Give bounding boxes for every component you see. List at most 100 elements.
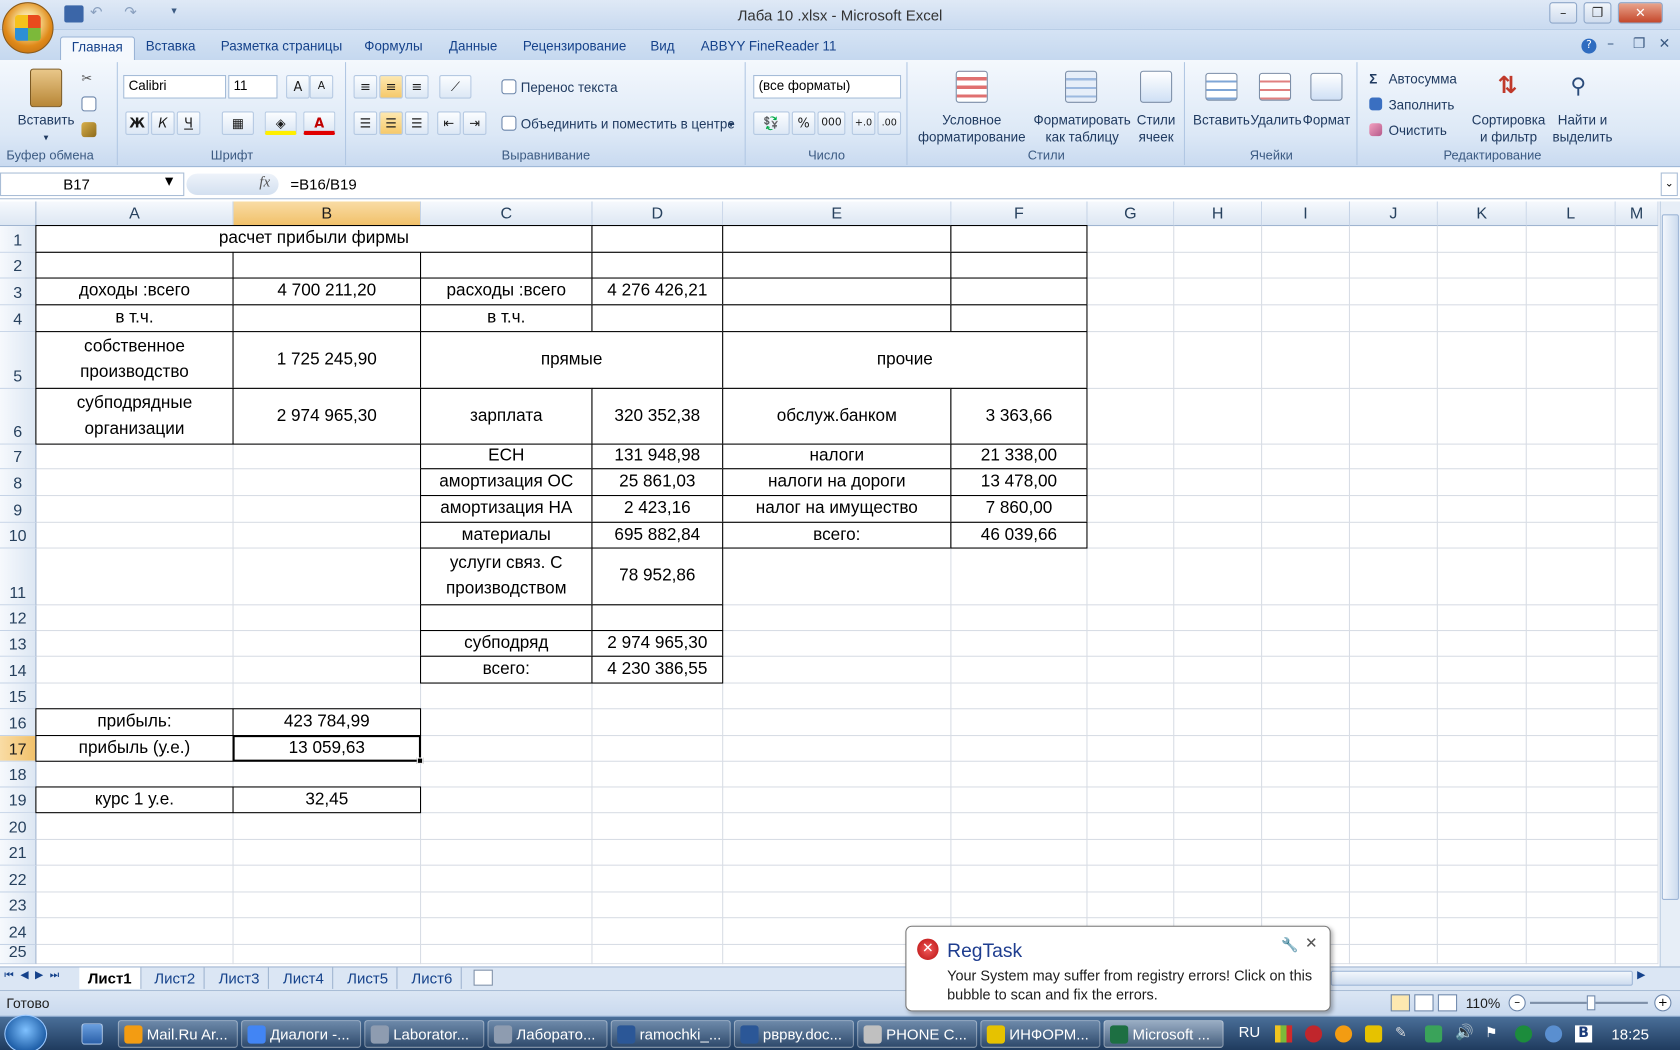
cell-d14[interactable]: 4 230 386,55 — [591, 655, 724, 684]
row-header-9[interactable]: 9 — [0, 496, 37, 523]
ribbon-minimize-icon[interactable]: – — [1607, 36, 1614, 52]
cell-a19[interactable]: курс 1 у.е. — [35, 786, 234, 814]
cell-a3[interactable]: доходы :всего — [35, 277, 234, 306]
cell-d1[interactable] — [591, 225, 724, 253]
cell-d10[interactable]: 695 882,84 — [591, 521, 724, 549]
font-name-combo[interactable]: Calibri — [123, 75, 227, 99]
cell-f10[interactable]: 46 039,66 — [950, 521, 1088, 549]
tray-tool-icon[interactable] — [1365, 1025, 1383, 1043]
cell-c14[interactable]: всего: — [420, 655, 593, 684]
tab-view[interactable]: Вид — [640, 36, 686, 60]
row-header-7[interactable]: 7 — [0, 444, 37, 470]
cell-e5[interactable]: прочие — [722, 331, 1088, 389]
tray-app-icon[interactable] — [1335, 1025, 1353, 1043]
cell-a17[interactable]: прибыль (у.е.) — [35, 735, 234, 762]
column-header-f[interactable]: F — [951, 201, 1088, 227]
row-header-21[interactable]: 21 — [0, 840, 37, 866]
percent-button[interactable]: % — [791, 111, 816, 136]
italic-button[interactable]: К — [151, 111, 175, 136]
worksheet-grid[interactable]: ABCDEFGHIJKLM 1 2 3 4 5 6 7 8 9 10 11 12 13 14 15 16 17 1… — [0, 201, 1659, 965]
row-header-23[interactable]: 23 — [0, 892, 37, 919]
office-button[interactable] — [2, 2, 54, 54]
zoom-slider-thumb[interactable] — [1586, 995, 1596, 1011]
taskbar-item[interactable]: ramochki_... — [610, 1020, 731, 1048]
sheet-tab-4[interactable]: Лист4 — [274, 967, 334, 989]
row-header-15[interactable]: 15 — [0, 683, 37, 710]
tab-insert[interactable]: Вставка — [135, 36, 206, 60]
cell-b4[interactable] — [232, 304, 422, 333]
cell-c12[interactable] — [420, 604, 593, 632]
orientation-button[interactable]: ⟋ — [439, 75, 472, 99]
grow-font-button[interactable]: A — [286, 75, 310, 99]
align-right-button[interactable]: ☰ — [405, 111, 429, 136]
cell-f9[interactable]: 7 860,00 — [950, 495, 1088, 523]
row-header-14[interactable]: 14 — [0, 656, 37, 684]
row-header-16[interactable]: 16 — [0, 709, 37, 737]
zoom-out-icon[interactable]: – — [1508, 994, 1526, 1012]
fill-handle[interactable] — [416, 757, 424, 764]
row-header-17[interactable]: 17 — [0, 736, 37, 762]
find-select-button[interactable]: Найти и выделить — [1547, 111, 1618, 145]
tray-chart-icon[interactable] — [1275, 1025, 1293, 1043]
autosum-button[interactable]: Автосумма — [1389, 71, 1457, 88]
tab-review[interactable]: Рецензирование — [512, 36, 637, 60]
expand-formula-bar-icon[interactable]: ⌄ — [1660, 172, 1678, 197]
cell-c4[interactable]: в т.ч. — [420, 304, 593, 333]
cell-a6[interactable]: субподрядные организации — [35, 387, 234, 445]
cell-d4[interactable] — [591, 304, 724, 333]
column-header-k[interactable]: K — [1437, 201, 1527, 227]
cell-e6[interactable]: обслуж.банком — [722, 387, 952, 445]
taskbar-item[interactable]: ИНФОРМ... — [980, 1020, 1101, 1048]
name-box-dropdown-icon[interactable]: ▼ — [165, 176, 173, 188]
decrease-indent-button[interactable]: ⇤ — [437, 111, 461, 136]
tab-abbyy[interactable]: ABBYY FineReader 11 — [690, 36, 847, 60]
merge-dropdown-icon[interactable]: ▾ — [729, 116, 734, 133]
insert-cells-button[interactable]: Вставить — [1190, 111, 1252, 128]
regtask-balloon[interactable]: ✕ RegTask Your System may suffer from re… — [905, 925, 1331, 1012]
format-as-table-button[interactable]: Форматировать как таблицу — [1029, 111, 1136, 145]
ribbon-close-icon[interactable]: ✕ — [1659, 36, 1671, 52]
cell-e4[interactable] — [722, 304, 952, 333]
row-header-22[interactable]: 22 — [0, 865, 37, 893]
tray-update-icon[interactable] — [1515, 1025, 1533, 1043]
cell-e9[interactable]: налог на имущество — [722, 495, 952, 523]
cell-f3[interactable] — [950, 277, 1088, 306]
column-header-b[interactable]: B — [233, 201, 422, 227]
currency-format-button[interactable]: 💱 — [753, 111, 790, 136]
fill-button[interactable]: Заполнить — [1389, 96, 1455, 113]
fill-color-button[interactable]: ◈ — [264, 111, 297, 136]
row-header-24[interactable]: 24 — [0, 918, 37, 946]
align-bottom-button[interactable]: ≡ — [405, 75, 429, 99]
cell-b19[interactable]: 32,45 — [232, 786, 422, 814]
cell-c2[interactable] — [420, 251, 593, 279]
cell-b6[interactable]: 2 974 965,30 — [232, 387, 422, 445]
cell-d13[interactable]: 2 974 965,30 — [591, 630, 724, 657]
minimize-button[interactable]: – — [1549, 2, 1578, 24]
cell-f4[interactable] — [950, 304, 1088, 333]
taskbar-item[interactable]: Mail.Ru Ar... — [117, 1020, 238, 1048]
vertical-scrollbar[interactable] — [1659, 201, 1680, 967]
close-button[interactable]: ✕ — [1617, 2, 1663, 24]
align-top-button[interactable]: ≡ — [353, 75, 378, 99]
row-header-20[interactable]: 20 — [0, 813, 37, 841]
name-box[interactable]: B17 — [0, 172, 185, 197]
scroll-right-icon[interactable]: ▶ — [1637, 970, 1645, 982]
font-color-button[interactable]: A — [303, 111, 336, 136]
cell-title[interactable]: расчет прибыли фирмы — [35, 225, 593, 253]
cell-c8[interactable]: амортизация ОС — [420, 468, 593, 497]
cell-e2[interactable] — [722, 251, 952, 279]
sheet-nav-arrows-icon[interactable]: ⏮◀▶⏭ — [4, 970, 65, 982]
formula-input[interactable]: =B16/B19 — [284, 173, 1659, 197]
taskbar-item[interactable]: Лаборато... — [487, 1020, 608, 1048]
ribbon-restore-icon[interactable]: ❐ — [1633, 36, 1645, 52]
cell-f8[interactable]: 13 478,00 — [950, 468, 1088, 497]
increase-decimal-button[interactable]: +.0 — [851, 111, 876, 136]
cell-b3[interactable]: 4 700 211,20 — [232, 277, 422, 306]
cell-b5[interactable]: 1 725 245,90 — [232, 331, 422, 389]
row-header-25[interactable]: 25 — [0, 943, 37, 965]
row-header-18[interactable]: 18 — [0, 761, 37, 788]
wrap-text-button[interactable]: Перенос текста — [521, 79, 618, 96]
bold-button[interactable]: Ж — [125, 111, 149, 136]
column-header-j[interactable]: J — [1350, 201, 1438, 227]
cell-f1[interactable] — [950, 225, 1088, 253]
